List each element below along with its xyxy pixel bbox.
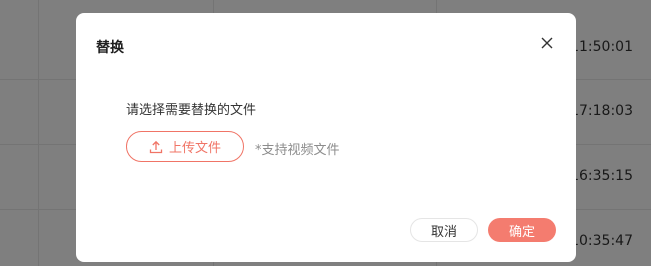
upload-file-label: 上传文件 bbox=[168, 141, 221, 156]
close-icon bbox=[541, 37, 553, 49]
select-file-prompt: 请选择需要替换的文件 bbox=[126, 103, 257, 118]
confirm-button[interactable]: 确定 bbox=[488, 218, 556, 242]
upload-icon bbox=[149, 140, 163, 154]
supported-format-hint: *支持视频文件 bbox=[255, 143, 340, 158]
replace-dialog: 替换 请选择需要替换的文件 上传文件 *支持视频文件 取消 确定 bbox=[76, 13, 576, 262]
cancel-button[interactable]: 取消 bbox=[410, 218, 478, 242]
dialog-title: 替换 bbox=[96, 40, 124, 56]
upload-file-button[interactable]: 上传文件 bbox=[126, 131, 244, 162]
close-button[interactable] bbox=[538, 34, 556, 52]
